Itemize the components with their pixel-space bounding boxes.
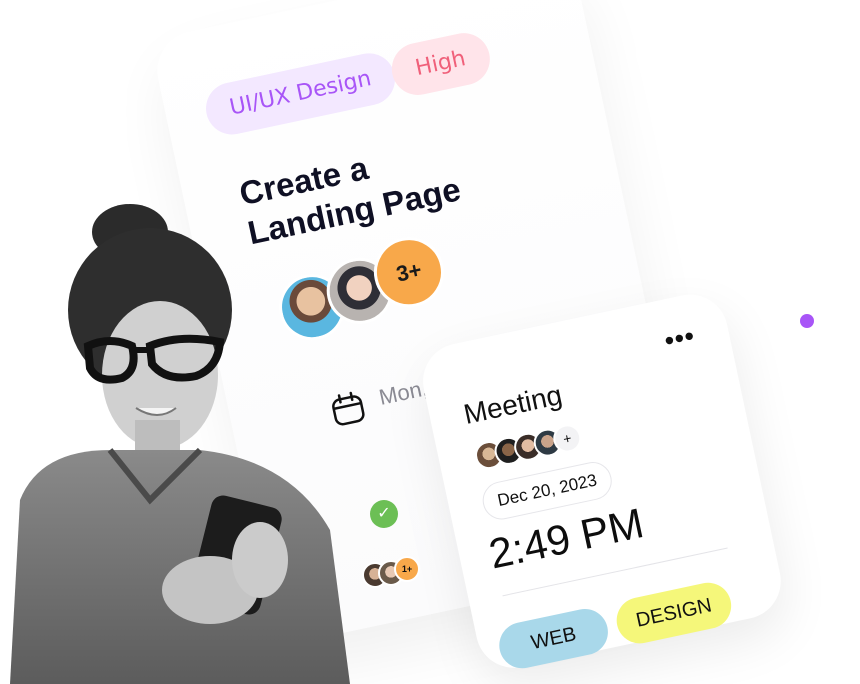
tag-design[interactable]: DESIGN [612,578,736,648]
tag-uiux[interactable]: UI/UX Design [201,48,400,140]
tag-priority-high[interactable]: High [387,28,495,100]
person-with-phone-image [10,204,350,684]
meeting-card[interactable]: ••• Meeting + Dec 20, 2023 2:49 PM WEB D… [416,287,788,675]
mini-more-badge: 1+ [394,556,420,582]
meeting-title: Meeting [460,378,565,431]
decor-dot-purple [800,314,814,328]
more-horizontal-icon[interactable]: ••• [662,320,698,357]
tag-web[interactable]: WEB [495,604,613,673]
